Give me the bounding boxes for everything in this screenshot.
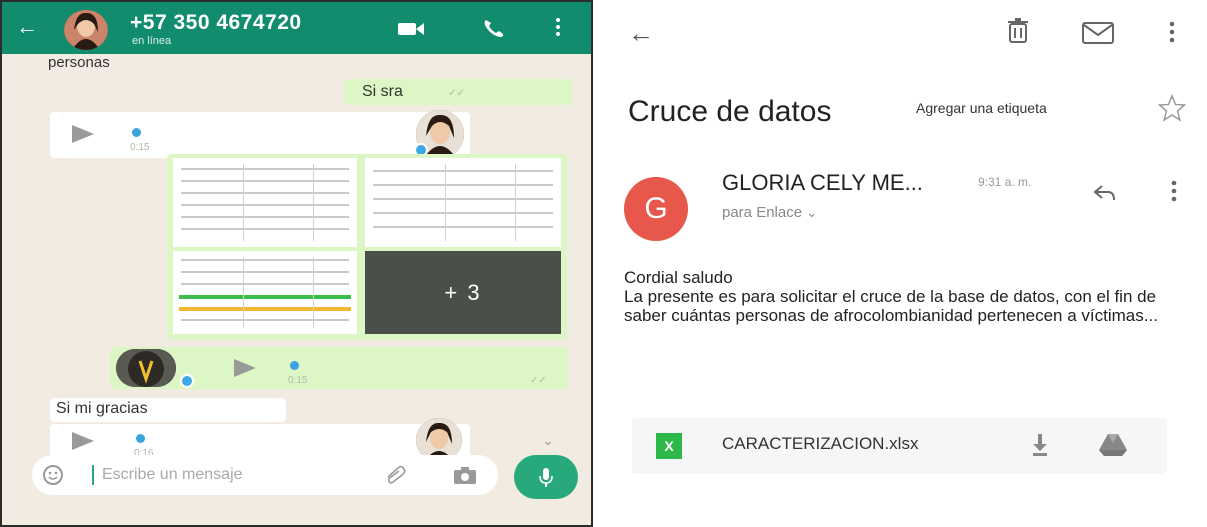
more-images-count: + 3 (444, 279, 482, 305)
attachment-chip[interactable]: X CARACTERIZACION.xlsx (632, 418, 1167, 474)
contact-status: en línea (132, 35, 172, 47)
voice-note[interactable]: 0:15 ✓✓ (110, 347, 568, 389)
emoji-icon[interactable] (42, 464, 64, 491)
message-input[interactable]: Escribe un mensaje (102, 466, 243, 484)
play-icon[interactable] (234, 359, 256, 377)
recipient-label: para Enlace (722, 204, 803, 221)
message-text: Si mi gracias (56, 400, 148, 417)
back-arrow-icon[interactable]: ← (16, 14, 38, 40)
audio-progress-dot[interactable] (132, 128, 141, 137)
attach-icon[interactable] (384, 465, 408, 490)
attachment-name[interactable]: CARACTERIZACION.xlsx (722, 434, 918, 454)
drive-icon[interactable] (1098, 432, 1128, 463)
image-thumbnail[interactable] (173, 251, 357, 334)
reply-icon[interactable] (1092, 182, 1118, 209)
audio-progress-dot[interactable] (290, 361, 299, 370)
message-time: ✓✓ (448, 88, 465, 99)
email-body: Cordial saludo La presente es para solic… (624, 268, 1164, 325)
mail-icon[interactable] (1082, 22, 1114, 49)
trash-icon[interactable] (1006, 18, 1030, 49)
more-vert-icon[interactable] (1168, 20, 1176, 49)
chat-header: ← +57 350 4674720 en línea (2, 2, 591, 54)
email-subject: Cruce de datos (628, 95, 832, 128)
download-icon[interactable] (1030, 432, 1050, 463)
image-thumbnail[interactable] (173, 158, 357, 247)
email-greeting: Cordial saludo (624, 268, 733, 287)
message-text: Si sra (362, 83, 403, 100)
mic-icon (538, 467, 554, 494)
contact-photo (64, 10, 108, 50)
outgoing-message[interactable]: Si sra ✓✓ (344, 79, 572, 105)
email-paragraph: La presente es para solicitar el cruce d… (624, 287, 1158, 325)
chevron-down-icon: ⌄ (806, 205, 818, 220)
incoming-message[interactable]: Si mi gracias (50, 398, 286, 422)
video-call-icon[interactable] (396, 18, 426, 45)
recipient-toggle[interactable]: para Enlace ⌄ (722, 204, 817, 221)
message-ticks: ✓✓ (530, 375, 547, 386)
play-icon[interactable] (72, 125, 94, 143)
voice-avatar (116, 349, 176, 387)
more-images-tile[interactable]: + 3 (365, 251, 561, 334)
excel-icon: X (656, 433, 682, 459)
star-icon[interactable] (1157, 94, 1187, 127)
voice-note[interactable]: 0:15 (50, 112, 470, 158)
message-input-bar[interactable]: Escribe un mensaje (32, 455, 498, 495)
text-cursor (92, 465, 94, 485)
back-arrow-icon[interactable]: ← (628, 18, 654, 49)
image-thumbnail[interactable] (365, 158, 561, 247)
add-label-button[interactable]: Agregar una etiqueta (916, 100, 1047, 116)
sender-name[interactable]: GLORIA CELY ME... (722, 170, 923, 196)
voice-duration: 0:15 (288, 375, 308, 386)
chat-panel: ← +57 350 4674720 en línea personas Si s… (0, 0, 593, 527)
partial-message: personas (48, 54, 110, 71)
sent-time: 9:31 a. m. (978, 175, 1032, 189)
audio-progress-dot[interactable] (136, 434, 145, 443)
more-vert-icon[interactable] (554, 16, 562, 43)
chevron-down-icon[interactable]: ⌄ (542, 432, 554, 449)
email-panel: ← Cruce de datos Agregar una etiqueta G … (598, 0, 1207, 527)
camera-icon[interactable] (452, 465, 478, 490)
more-vert-icon[interactable] (1170, 178, 1178, 209)
mic-button[interactable] (514, 455, 578, 499)
contact-avatar[interactable] (64, 10, 108, 50)
contact-name[interactable]: +57 350 4674720 (130, 11, 302, 35)
sender-avatar[interactable]: G (624, 177, 688, 241)
play-icon[interactable] (72, 432, 94, 450)
voice-duration: 0:15 (130, 142, 150, 153)
phone-icon[interactable] (482, 17, 506, 44)
mic-icon (180, 374, 194, 388)
